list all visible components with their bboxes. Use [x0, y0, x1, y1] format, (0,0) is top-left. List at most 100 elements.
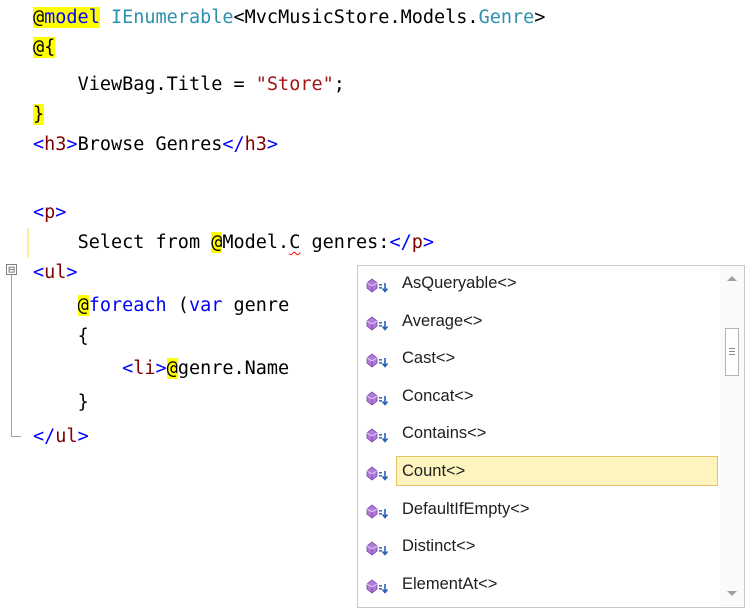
typed-text: C	[289, 232, 301, 253]
code-line-2[interactable]: @{	[33, 33, 56, 63]
html-tag: ul	[55, 426, 78, 447]
completion-item-label: ElementAt<>	[402, 574, 498, 593]
completion-item-label: Concat<>	[402, 386, 474, 405]
razor-brace: }	[33, 104, 45, 125]
html-tag: p	[411, 232, 423, 253]
completion-item[interactable]: Contains<>	[360, 418, 718, 449]
tag-delim: >	[66, 134, 78, 155]
lt: <	[233, 7, 245, 28]
tag-delim: >	[422, 232, 434, 253]
razor-at: @	[166, 358, 178, 379]
string-literal: "Store"	[255, 74, 334, 95]
code-line-10[interactable]: {	[33, 322, 89, 352]
scroll-thumb[interactable]	[725, 328, 739, 376]
code-text: genres:	[300, 232, 390, 253]
grip-line	[729, 354, 735, 355]
tag-delim: <	[33, 262, 45, 283]
extension-method-icon	[366, 350, 390, 368]
razor-at: @	[33, 7, 45, 28]
extension-method-icon	[366, 538, 390, 556]
code-line-6[interactable]: <p>	[33, 198, 66, 228]
intellisense-popup[interactable]: AsQueryable<> Average<> Cast<> Concat<> Cont…	[357, 265, 745, 608]
namespace: MvcMusicStore.Models.	[244, 7, 479, 28]
outline-guide-end	[11, 436, 21, 437]
tag-delim: </	[222, 134, 245, 155]
code-line-13[interactable]: </ul>	[33, 422, 89, 452]
scroll-up-icon[interactable]	[727, 276, 737, 281]
tag-delim: <	[33, 134, 45, 155]
completion-item-label: DefaultIfEmpty<>	[402, 499, 530, 518]
gt: >	[534, 7, 546, 28]
model-ref: Model.	[222, 232, 290, 253]
foreach-keyword: foreach	[88, 295, 167, 316]
var-keyword: var	[188, 295, 223, 316]
brace: {	[77, 326, 89, 347]
completion-item-label: Contains<>	[402, 424, 487, 443]
tag-delim: </	[33, 426, 56, 447]
completion-item[interactable]: ElementAt<>	[360, 569, 718, 600]
code-line-7[interactable]: Select from @Model.C genres:</p>	[33, 228, 434, 258]
tag-delim: >	[77, 426, 89, 447]
code-text: ViewBag.Title =	[77, 74, 256, 95]
extension-method-icon	[366, 275, 390, 293]
completion-item[interactable]: Concat<>	[360, 381, 718, 412]
extension-method-icon	[366, 501, 390, 519]
tag-delim: <	[122, 358, 134, 379]
completion-item[interactable]: Average<>	[360, 306, 718, 337]
completion-item-label: Distinct<>	[402, 537, 476, 556]
razor-at: @	[77, 295, 89, 316]
completion-item-label: Cast<>	[402, 349, 456, 368]
code-line-4[interactable]: }	[33, 100, 45, 130]
extension-method-icon	[366, 388, 390, 406]
code-text: genre	[222, 295, 290, 316]
brace: }	[77, 392, 89, 413]
grip-line	[729, 348, 735, 349]
change-indicator	[27, 228, 29, 258]
completion-item-label: AsQueryable<>	[402, 274, 517, 292]
outline-guide	[11, 275, 12, 437]
razor-at: @	[33, 37, 45, 58]
tag-delim: </	[389, 232, 412, 253]
completion-item[interactable]: Distinct<>	[360, 531, 718, 562]
html-tag: ul	[44, 262, 67, 283]
code-line-8[interactable]: <ul>	[33, 258, 78, 288]
completion-item[interactable]: DefaultIfEmpty<>	[360, 494, 718, 525]
tag-delim: >	[266, 134, 279, 155]
completion-item-label: Count<>	[402, 462, 466, 480]
completion-item-label: Average<>	[402, 311, 483, 330]
tag-delim: <	[33, 202, 45, 223]
extension-method-icon	[366, 463, 390, 481]
code-editor[interactable]: ⊟ @model IEnumerable<MvcMusicStore.Model…	[0, 0, 745, 608]
code-line-11[interactable]: <li>@genre.Name	[33, 354, 289, 384]
extension-method-icon	[366, 425, 390, 444]
razor-at: @	[211, 232, 223, 253]
code-line-9[interactable]: @foreach (var genre	[33, 291, 289, 321]
semicolon: ;	[333, 74, 345, 95]
type-name: IEnumerable	[110, 7, 234, 28]
collapse-toggle-icon[interactable]: ⊟	[6, 264, 17, 275]
type-name: Genre	[478, 7, 535, 28]
completion-scrollbar[interactable]	[720, 266, 744, 607]
code-line-5[interactable]: <h3>Browse Genres</h3>	[33, 130, 278, 160]
code-line-3[interactable]: ViewBag.Title = "Store";	[33, 70, 345, 100]
tag-delim: >	[66, 262, 78, 283]
grip-line	[729, 351, 735, 352]
code-text: genre.Name	[177, 358, 290, 379]
code-line-1[interactable]: @model IEnumerable<MvcMusicStore.Models.…	[33, 3, 545, 33]
razor-brace: {	[44, 37, 56, 58]
html-tag: li	[133, 358, 156, 379]
extension-method-icon	[366, 576, 390, 594]
scroll-down-icon[interactable]	[727, 591, 737, 596]
tag-delim: >	[155, 358, 167, 379]
html-tag: p	[44, 202, 56, 223]
code-text: Select from	[77, 232, 212, 253]
completion-item[interactable]: AsQueryable<>	[360, 268, 718, 299]
code-text: Browse Genres	[77, 134, 223, 155]
html-tag: h3	[44, 134, 67, 155]
code-line-12[interactable]: }	[33, 388, 89, 418]
completion-item[interactable]: Cast<>	[360, 343, 718, 374]
tag-delim: >	[55, 202, 67, 223]
model-keyword: model	[44, 7, 100, 28]
code-text: (	[166, 295, 189, 316]
completion-item[interactable]: Count<>	[360, 456, 718, 487]
